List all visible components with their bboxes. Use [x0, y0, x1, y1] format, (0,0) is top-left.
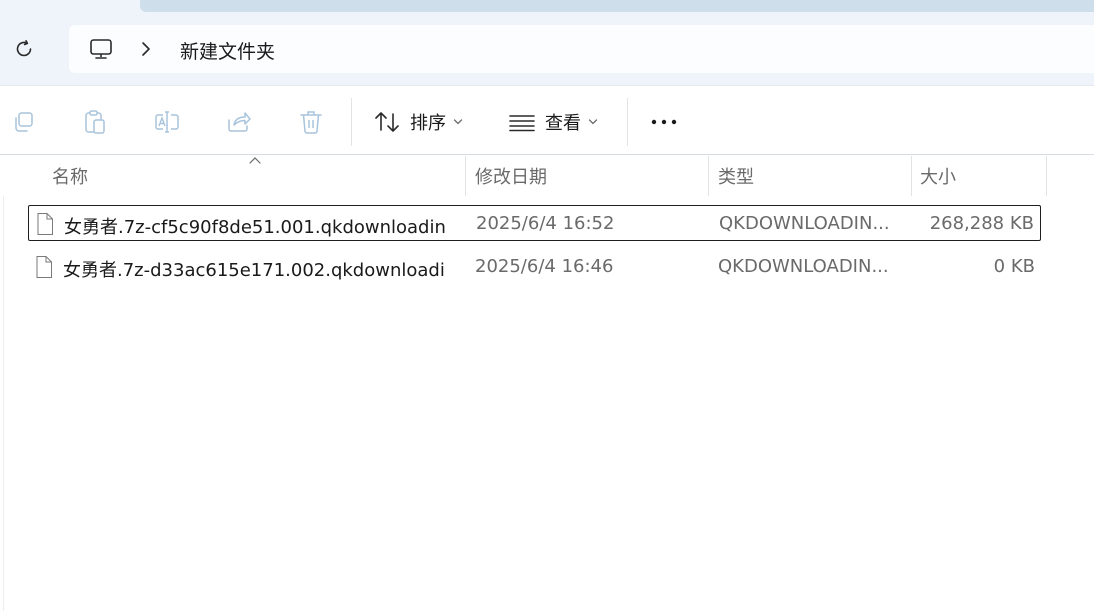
chevron-down-icon: [453, 119, 463, 125]
command-bar: 排序 查看: [0, 85, 1094, 155]
title-strip: [0, 0, 1094, 12]
tab-edge: [140, 0, 1094, 12]
refresh-icon: [16, 40, 32, 57]
column-header-size[interactable]: 大小: [920, 156, 1045, 196]
file-type: QKDOWNLOADIN...: [719, 213, 890, 234]
paste-button[interactable]: [81, 108, 109, 136]
column-header-type[interactable]: 类型: [718, 156, 910, 196]
column-divider[interactable]: [911, 156, 912, 196]
toolbar-divider: [627, 98, 628, 146]
copy-button[interactable]: [9, 108, 37, 136]
file-type: QKDOWNLOADIN...: [718, 256, 889, 277]
rename-button[interactable]: [153, 108, 181, 136]
column-size-label: 大小: [920, 167, 956, 188]
share-icon: [228, 112, 251, 132]
sort-label: 排序: [410, 113, 446, 134]
paste-icon: [85, 110, 105, 134]
pc-icon[interactable]: [89, 37, 113, 61]
address-bar[interactable]: 新建文件夹: [69, 25, 1094, 73]
column-type-label: 类型: [718, 167, 754, 188]
column-header-date[interactable]: 修改日期: [475, 156, 707, 196]
address-row: 新建文件夹: [0, 12, 1094, 85]
file-icon: [36, 256, 52, 278]
file-explorer-window: 新建文件夹 排序 查看 名称 修改日期 类型 大小 女勇者.7z-cf5c90f…: [0, 0, 1094, 611]
sort-menu-button[interactable]: 排序: [374, 104, 463, 140]
view-menu-button[interactable]: 查看: [509, 104, 598, 140]
file-row[interactable]: 女勇者.7z-cf5c90f8de51.001.qkdownloading 20…: [28, 205, 1041, 241]
file-size: 0 KB: [993, 256, 1035, 277]
delete-button[interactable]: [297, 108, 325, 136]
breadcrumb-chevron-right-icon[interactable]: [139, 40, 153, 58]
column-divider[interactable]: [1046, 156, 1047, 196]
column-divider[interactable]: [708, 156, 709, 196]
rename-icon: [155, 111, 179, 133]
column-divider[interactable]: [465, 156, 466, 196]
file-modified-date: 2025/6/4 16:46: [475, 256, 614, 277]
file-name: 女勇者.7z-d33ac615e171.002.qkdownloadi...: [63, 260, 445, 281]
chevron-down-icon: [588, 119, 598, 125]
more-options-button[interactable]: [648, 108, 680, 136]
copy-icon: [15, 112, 33, 132]
file-row[interactable]: 女勇者.7z-d33ac615e171.002.qkdownloadi... 2…: [28, 249, 1041, 285]
more-horizontal-icon: [651, 119, 677, 125]
file-name: 女勇者.7z-cf5c90f8de51.001.qkdownloading: [64, 217, 446, 238]
file-modified-date: 2025/6/4 16:52: [476, 213, 615, 234]
column-date-label: 修改日期: [475, 167, 547, 188]
column-header-name[interactable]: 名称: [52, 156, 464, 196]
breadcrumb-current-folder[interactable]: 新建文件夹: [180, 37, 275, 64]
toolbar-divider: [351, 98, 352, 146]
file-size: 268,288 KB: [929, 213, 1034, 234]
file-icon: [37, 213, 53, 235]
list-view-icon: [509, 115, 535, 132]
trash-icon: [300, 111, 322, 134]
refresh-button[interactable]: [9, 34, 39, 64]
column-header: 名称 修改日期 类型 大小: [0, 156, 1094, 196]
column-name-label: 名称: [52, 167, 88, 188]
share-button[interactable]: [225, 108, 253, 136]
sort-arrows-icon: [375, 112, 399, 132]
view-label: 查看: [545, 113, 581, 134]
file-list: 女勇者.7z-cf5c90f8de51.001.qkdownloading 20…: [0, 196, 1094, 611]
